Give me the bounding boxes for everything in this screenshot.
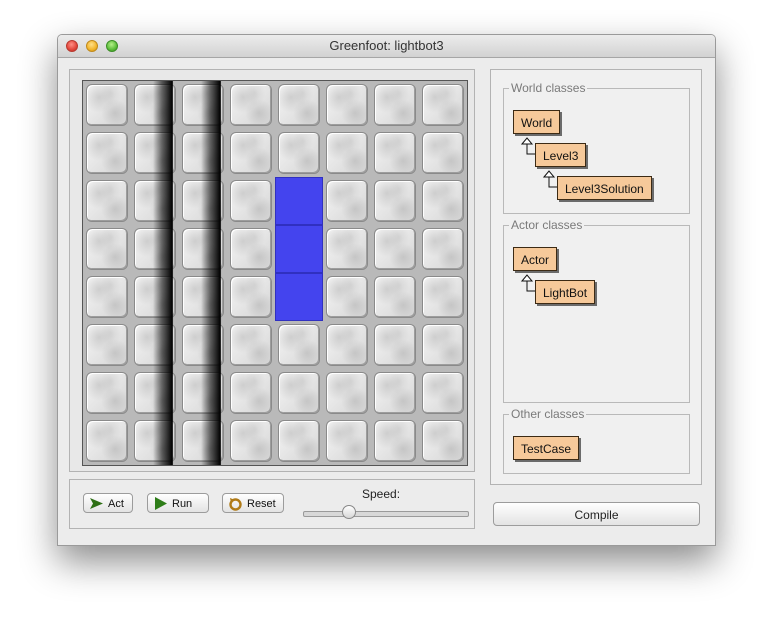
floor-tile <box>419 273 467 321</box>
lit-tile <box>275 273 323 321</box>
floor-tile <box>179 225 227 273</box>
floor-tile <box>323 273 371 321</box>
floor-tile <box>179 129 227 177</box>
floor-tile <box>83 225 131 273</box>
floor-tile <box>419 321 467 369</box>
floor-tile <box>131 417 179 465</box>
floor-tile <box>131 225 179 273</box>
zoom-window-button[interactable] <box>106 40 118 52</box>
floor-tile <box>83 129 131 177</box>
floor-tile <box>131 369 179 417</box>
lit-tile <box>275 225 323 273</box>
floor-tile <box>419 177 467 225</box>
floor-tile <box>323 321 371 369</box>
floor-tile <box>371 129 419 177</box>
floor-tile <box>131 321 179 369</box>
floor-tile <box>83 417 131 465</box>
floor-tile <box>419 369 467 417</box>
act-label: Act <box>108 498 124 510</box>
world-panel <box>69 69 475 472</box>
world-classes-legend: World classes <box>509 81 588 95</box>
floor-tile <box>227 369 275 417</box>
execution-controls: Act Run Reset Speed: <box>69 479 475 529</box>
lit-tile <box>275 177 323 225</box>
floor-tile <box>275 81 323 129</box>
floor-tile <box>227 417 275 465</box>
title-bar: Greenfoot: lightbot3 <box>58 35 715 58</box>
floor-tile <box>275 321 323 369</box>
world-classes-group: World classes World Level3 Level3Solutio… <box>503 81 690 214</box>
floor-tile <box>179 321 227 369</box>
speed-label: Speed: <box>362 487 401 501</box>
floor-tile <box>419 225 467 273</box>
reset-label: Reset <box>247 498 276 510</box>
floor-tile <box>227 81 275 129</box>
class-level3[interactable]: Level3 <box>535 143 587 167</box>
class-level3solution[interactable]: Level3Solution <box>557 176 652 200</box>
act-icon <box>90 498 103 509</box>
floor-tile <box>179 369 227 417</box>
speed-slider-thumb[interactable] <box>342 505 356 519</box>
play-icon <box>155 497 167 510</box>
floor-tile <box>83 81 131 129</box>
floor-tile <box>419 81 467 129</box>
compile-button[interactable]: Compile <box>493 502 700 526</box>
floor-tile <box>275 417 323 465</box>
class-world[interactable]: World <box>513 110 561 134</box>
minimize-window-button[interactable] <box>86 40 98 52</box>
floor-tile <box>419 129 467 177</box>
actor-classes-legend: Actor classes <box>509 218 585 232</box>
floor-tile <box>179 81 227 129</box>
floor-tile <box>131 177 179 225</box>
floor-tile <box>371 273 419 321</box>
floor-tile <box>131 273 179 321</box>
actor-classes-group: Actor classes Actor LightBot <box>503 218 690 403</box>
floor-tile <box>323 129 371 177</box>
floor-tile <box>275 369 323 417</box>
floor-tile <box>323 81 371 129</box>
run-button[interactable]: Run <box>147 493 209 513</box>
floor-tile <box>323 417 371 465</box>
world-grid[interactable] <box>82 80 468 466</box>
floor-tile <box>179 177 227 225</box>
class-panel: World classes World Level3 Level3Solutio… <box>490 69 702 485</box>
floor-tile <box>179 273 227 321</box>
speed-slider[interactable] <box>303 505 469 519</box>
floor-tile <box>83 369 131 417</box>
floor-tile <box>371 417 419 465</box>
floor-tile <box>227 273 275 321</box>
floor-tile <box>83 321 131 369</box>
floor-tile <box>83 273 131 321</box>
class-lightbot[interactable]: LightBot <box>535 280 596 304</box>
act-button[interactable]: Act <box>83 493 133 513</box>
floor-tile <box>131 129 179 177</box>
other-classes-group: Other classes TestCase <box>503 407 690 474</box>
reset-button[interactable]: Reset <box>222 493 284 513</box>
run-label: Run <box>172 498 193 510</box>
floor-tile <box>323 177 371 225</box>
floor-tile <box>227 321 275 369</box>
floor-tile <box>371 177 419 225</box>
window-title: Greenfoot: lightbot3 <box>329 38 444 53</box>
greenfoot-window: Greenfoot: lightbot3 Act Run Reset Speed… <box>57 34 716 546</box>
floor-tile <box>371 81 419 129</box>
floor-tile <box>323 225 371 273</box>
floor-tile <box>371 225 419 273</box>
close-window-button[interactable] <box>66 40 78 52</box>
floor-tile <box>371 321 419 369</box>
other-classes-legend: Other classes <box>509 407 587 421</box>
reset-icon <box>229 498 242 511</box>
floor-tile <box>83 177 131 225</box>
floor-tile <box>179 417 227 465</box>
floor-tile <box>371 369 419 417</box>
floor-tile <box>227 129 275 177</box>
floor-tile <box>323 369 371 417</box>
floor-tile <box>131 81 179 129</box>
floor-tile <box>419 417 467 465</box>
floor-tile <box>275 129 323 177</box>
class-testcase[interactable]: TestCase <box>513 436 580 460</box>
floor-tile <box>227 177 275 225</box>
class-actor[interactable]: Actor <box>513 247 558 271</box>
floor-tile <box>227 225 275 273</box>
